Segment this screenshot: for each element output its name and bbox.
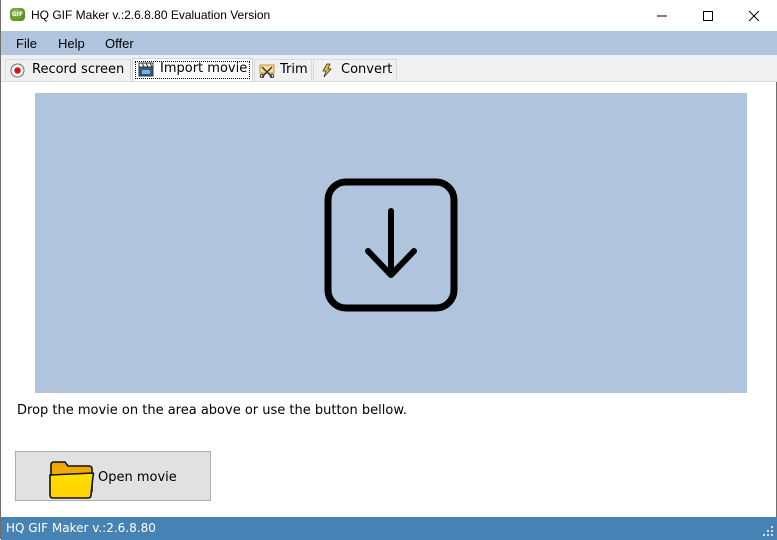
drop-hint-text: Drop the movie on the area above or use … [17,403,407,418]
movie-drop-area[interactable] [35,93,747,393]
tab-divider [1,81,777,82]
folder-icon [49,461,95,499]
tab-label: Convert [341,62,393,77]
download-arrow-icon [324,178,458,312]
trim-icon [259,64,275,78]
app-window: GIF HQ GIF Maker v.:2.6.8.80 Evaluation … [0,0,777,540]
tab-record-screen[interactable]: Record screen [5,59,131,80]
minimize-icon [657,15,667,17]
title-bar: GIF HQ GIF Maker v.:2.6.8.80 Evaluation … [1,0,777,31]
clapperboard-icon [138,62,154,77]
lightning-icon [322,63,332,78]
tab-label: Trim [280,62,308,77]
menu-offer[interactable]: Offer [105,36,134,51]
close-button[interactable] [731,0,777,31]
menu-help[interactable]: Help [58,36,85,51]
app-icon: GIF [10,8,25,21]
window-title: HQ GIF Maker v.:2.6.8.80 Evaluation Vers… [31,8,271,22]
tab-trim[interactable]: Trim [254,59,312,80]
resize-grip-icon[interactable] [762,525,774,537]
tab-label: Import movie [160,61,248,76]
menu-file[interactable]: File [16,36,37,51]
maximize-button[interactable] [685,0,731,31]
status-text: HQ GIF Maker v.:2.6.8.80 [6,521,156,535]
status-bar: HQ GIF Maker v.:2.6.8.80 [1,517,777,540]
maximize-icon [703,11,713,21]
tab-import-movie[interactable]: Import movie [132,58,253,81]
menu-bar: File Help Offer [1,31,777,55]
tab-label: Record screen [32,62,125,77]
open-movie-button[interactable]: Open movie [15,451,211,501]
close-icon [748,10,760,22]
record-icon [10,63,25,78]
tab-convert[interactable]: Convert [313,59,397,80]
minimize-button[interactable] [639,0,685,31]
open-movie-label: Open movie [98,470,177,485]
